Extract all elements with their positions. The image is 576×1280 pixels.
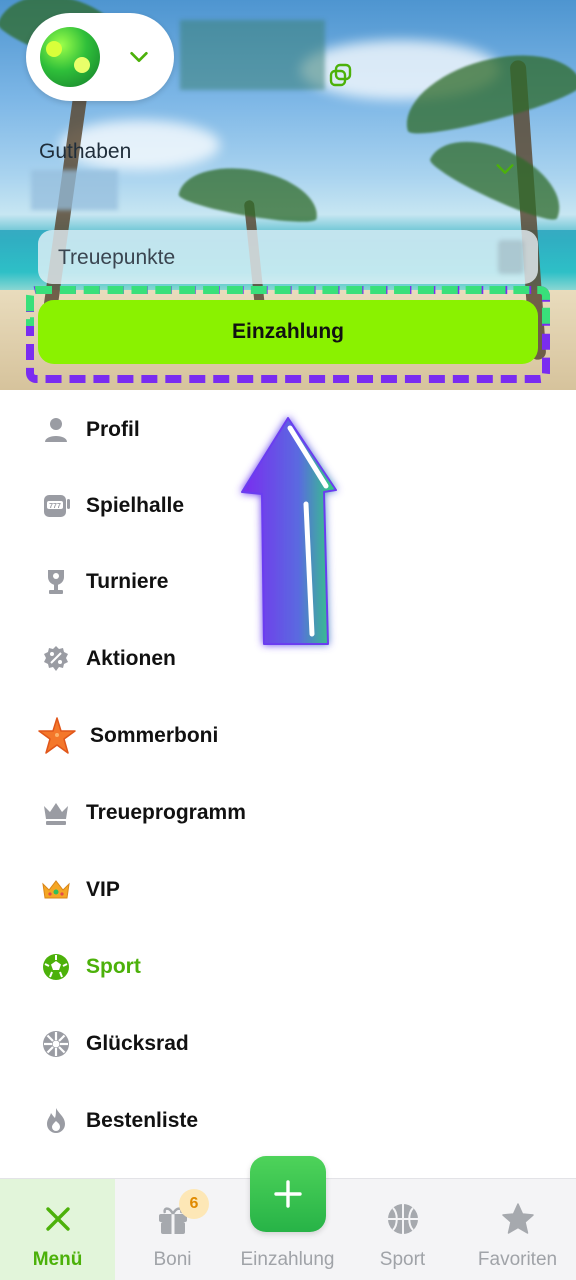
- loyalty-points-label: Treuepunkte: [58, 246, 176, 269]
- menu-item-loyalty-program[interactable]: Treueprogramm: [0, 775, 576, 851]
- wheel-icon: [38, 1026, 74, 1062]
- menu-item-wheel-of-fortune[interactable]: Glücksrad: [0, 1006, 576, 1082]
- copy-icon[interactable]: [328, 62, 354, 88]
- flame-icon: [38, 1103, 74, 1139]
- balance-chevron-down-icon[interactable]: [494, 158, 516, 180]
- discount-badge-icon: [38, 641, 74, 677]
- user-id-redacted: [180, 20, 325, 90]
- nav-menu-label: Menü: [32, 1249, 83, 1270]
- gold-crown-icon: [38, 872, 74, 908]
- menu-item-leaderboard[interactable]: Bestenliste: [0, 1083, 576, 1159]
- menu-item-vip[interactable]: VIP: [0, 852, 576, 928]
- nav-boni-label: Boni: [153, 1249, 192, 1270]
- account-header: Guthaben Treuepunkte Einzahlung: [0, 0, 576, 390]
- boni-count-badge: 6: [179, 1189, 209, 1219]
- trophy-icon: [38, 564, 74, 600]
- basketball-icon: [383, 1199, 423, 1239]
- deposit-fab-button[interactable]: [250, 1156, 326, 1232]
- avatar-selector[interactable]: [26, 13, 174, 101]
- nav-menu[interactable]: Menü: [0, 1179, 115, 1280]
- menu-item-sport[interactable]: Sport: [0, 929, 576, 1005]
- slot-machine-icon: 777: [38, 488, 74, 524]
- loyalty-points-field[interactable]: Treuepunkte: [38, 230, 538, 284]
- star-icon: [498, 1199, 538, 1239]
- deposit-button[interactable]: Einzahlung: [38, 300, 538, 364]
- crown-icon: [38, 795, 74, 831]
- menu-item-label: Sport: [86, 955, 141, 978]
- nav-sport-label: Sport: [379, 1249, 426, 1270]
- starfish-icon: [36, 715, 78, 757]
- annotation-arrow: [228, 408, 358, 658]
- balance-value-redacted: [31, 170, 118, 210]
- menu-item-label: VIP: [86, 878, 120, 901]
- nav-sport[interactable]: Sport: [345, 1179, 460, 1280]
- soccer-ball-icon: [38, 949, 74, 985]
- menu-item-label: Treueprogramm: [86, 801, 246, 824]
- menu-item-label: Spielhalle: [86, 494, 185, 517]
- nav-favorites[interactable]: Favoriten: [460, 1179, 575, 1280]
- nav-boni[interactable]: 6 Boni: [115, 1179, 230, 1280]
- plus-icon: [274, 1180, 302, 1208]
- close-icon: [38, 1199, 78, 1239]
- loyalty-points-value-redacted: [498, 240, 524, 274]
- svg-text:777: 777: [49, 503, 61, 510]
- menu-item-label: Bestenliste: [86, 1109, 199, 1132]
- balance-label: Guthaben: [39, 140, 132, 163]
- menu-item-label: Aktionen: [86, 647, 176, 670]
- menu-item-label: Profil: [86, 418, 140, 441]
- menu-item-summer-bonus[interactable]: Sommerboni: [0, 698, 576, 774]
- user-icon: [38, 412, 74, 448]
- nav-favorites-label: Favoriten: [477, 1249, 558, 1270]
- menu-item-label: Sommerboni: [90, 724, 219, 747]
- menu-item-label: Glücksrad: [86, 1032, 189, 1055]
- chevron-down-icon: [128, 46, 150, 68]
- menu-item-label: Turniere: [86, 570, 169, 593]
- nav-deposit-label: Einzahlung: [240, 1249, 335, 1270]
- avatar: [40, 27, 100, 87]
